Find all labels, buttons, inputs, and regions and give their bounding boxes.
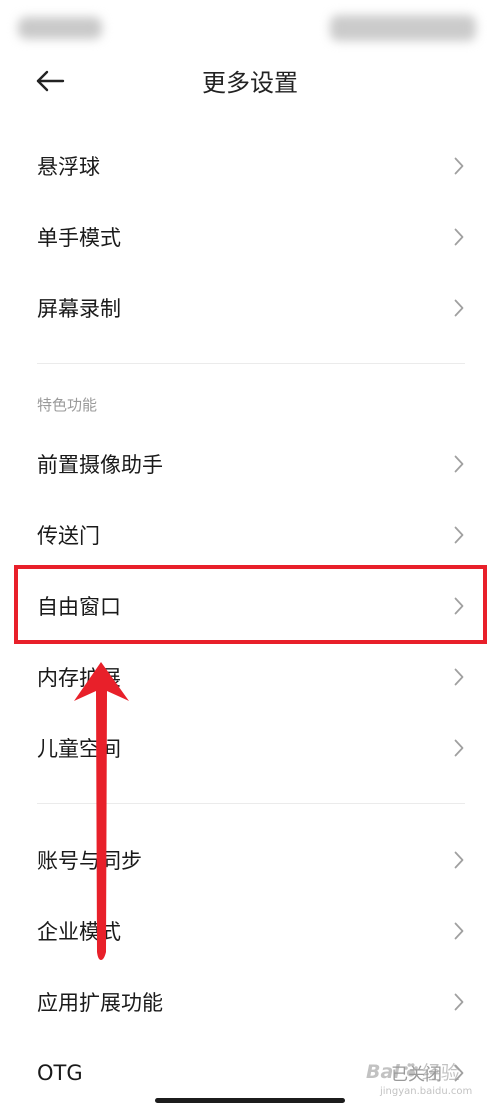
chevron-right-icon [454,526,464,544]
menu-item-free-window[interactable]: 自由窗口 [0,565,500,644]
chevron-right-icon [454,668,464,686]
menu-item-label: OTG [37,1060,83,1085]
section-title: 特色功能 [37,396,98,414]
menu-item-account-and-sync[interactable]: 账号与同步 [0,824,500,895]
page-title: 更多设置 [202,69,298,97]
menu-item-app-extension-features[interactable]: 应用扩展功能 [0,966,500,1037]
menu-item-label: 儿童空间 [37,736,121,761]
chevron-right-icon [454,1064,464,1082]
menu-item-label: 前置摄像助手 [37,452,163,477]
menu-item-label: 自由窗口 [37,594,121,619]
menu-item-screen-recording[interactable]: 屏幕录制 [0,272,500,343]
menu-item-label: 应用扩展功能 [37,990,163,1015]
back-button[interactable] [30,66,70,100]
chevron-right-icon [454,299,464,317]
menu-item-floating-ball[interactable]: 悬浮球 [0,130,500,201]
chevron-right-icon [454,922,464,940]
menu-item-portal[interactable]: 传送门 [0,499,500,570]
chevron-right-icon [454,993,464,1011]
menu-item-value: 已关闭 [391,1065,442,1085]
status-bar [0,0,500,56]
menu-item-label: 悬浮球 [37,154,100,179]
chevron-right-icon [454,739,464,757]
menu-item-label: 单手模式 [37,225,121,250]
menu-item-label: 传送门 [37,523,100,548]
status-bar-left-blurred [18,17,102,39]
settings-list: 悬浮球 单手模式 屏幕录制 特色功能 前置摄像助手 传送门 自由窗口 内存扩展 … [0,130,500,1108]
chevron-right-icon [454,851,464,869]
menu-item-one-handed-mode[interactable]: 单手模式 [0,201,500,272]
menu-item-label: 企业模式 [37,919,121,944]
menu-item-kids-space[interactable]: 儿童空间 [0,712,500,783]
menu-item-label: 屏幕录制 [37,296,121,321]
divider [37,803,465,804]
chevron-right-icon [454,455,464,473]
menu-item-enterprise-mode[interactable]: 企业模式 [0,895,500,966]
status-bar-right-blurred [330,15,476,41]
menu-item-memory-extension[interactable]: 内存扩展 [0,641,500,712]
chevron-right-icon [454,597,464,615]
chevron-right-icon [454,228,464,246]
menu-item-label: 账号与同步 [37,848,142,873]
chevron-right-icon [454,157,464,175]
menu-item-label: 内存扩展 [37,665,121,690]
header: 更多设置 [0,56,500,110]
menu-item-front-camera-assistant[interactable]: 前置摄像助手 [0,428,500,499]
arrow-left-icon [35,69,65,97]
home-indicator[interactable] [155,1098,345,1103]
